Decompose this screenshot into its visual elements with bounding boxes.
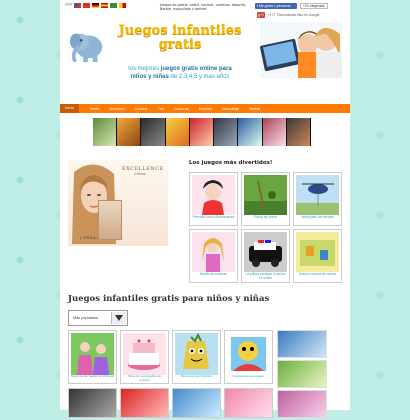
subtitle-text: los mejores [128,66,159,72]
game-card[interactable]: Bob esponja y Patricio [172,330,221,384]
nav-item-carreras[interactable]: Carreras [169,107,194,111]
game-title[interactable]: Tarta de cumpleaños de colores [123,374,166,382]
google-plus-text: +177. Recomendar esto en Google [268,13,320,17]
featured-game-thumb[interactable] [262,118,287,146]
sort-select-value: Más populares [73,316,98,320]
game-thumbnail [71,333,114,375]
game-thumbnail [123,333,166,375]
ad-logo: L'ORÉAL [80,236,98,240]
game-card[interactable]: La policía persigue al ladrón en coche [241,229,290,283]
game-title[interactable]: La policía persigue al ladrón en coche [244,272,287,281]
featured-game-thumb[interactable] [238,118,263,146]
nav-item-deporte[interactable]: Deporte [194,107,218,111]
site-tagline: Juegos de gratis: vestir, cocinar, carre… [160,3,247,11]
facebook-like-label: Me gusta 1 personas [258,4,291,8]
subtitle-text: de 2,3,4,5 y mas años [170,73,230,80]
side-thumbnails [277,330,327,420]
game-card[interactable]: Helicóptero del rescate [293,172,342,226]
side-game-thumb[interactable] [277,330,327,358]
featured-game-thumb[interactable] [93,118,118,146]
top-games-title: Los juegos más divertidos! [189,160,273,166]
top-games-grid: Peinados como Blancanieves Pesca de pesc… [189,172,342,283]
nav-item-inicio[interactable]: Inicio [60,104,79,113]
games-grid-row-2 [68,388,273,418]
game-card[interactable]: Pesca de pesca [241,172,290,226]
game-card[interactable] [224,388,273,418]
featured-game-thumb[interactable] [214,118,239,146]
side-game-thumb[interactable] [277,390,327,418]
game-thumbnail [175,333,218,375]
language-flags [65,3,126,11]
facebook-like-button[interactable]: f Me gusta 1 personas [255,3,297,9]
flag-icon[interactable] [83,3,90,8]
nav-item-cocinar[interactable]: Cocinar [130,107,153,111]
game-card[interactable]: Barbie de compras [189,229,238,283]
site-subtitle: los mejores juegos gratis online para ni… [120,66,240,81]
featured-game-thumb[interactable] [189,118,215,146]
game-card[interactable]: Tarta de cumpleaños de colores [120,330,169,384]
facebook-like-count: +24 megustas [300,3,328,9]
flag-icon[interactable] [110,3,117,8]
game-card[interactable]: Vestir de las hadas de princesa [68,330,117,384]
content-page: Juegos de gratis: vestir, cocinar, carre… [60,0,350,418]
main-nav: Inicio Vestir Aventura Cocinar Tiro Carr… [60,104,350,113]
featured-game-thumb[interactable] [117,118,142,146]
games-grid: Vestir de las hadas de princesa Tarta de… [68,330,273,384]
game-thumbnail [244,232,287,272]
game-card[interactable]: Peinados como Blancanieves [189,172,238,226]
game-title[interactable]: Peinados como Blancanieves [192,215,235,220]
facebook-icon: f [257,4,258,8]
chevron-down-icon[interactable] [111,312,126,324]
game-thumbnail [244,175,287,215]
game-card[interactable]: Gana la carrera de coches [293,229,342,283]
nav-item-tiro[interactable]: Tiro [153,107,169,111]
game-thumbnail [296,232,339,272]
game-title[interactable]: Barbie de compras [192,272,235,277]
nav-item-maquillaje[interactable]: Maquillaje [217,107,244,111]
game-card[interactable] [68,388,117,418]
side-game-thumb[interactable] [277,360,327,388]
game-title[interactable]: Colorea los personajes [227,374,270,379]
game-title[interactable]: Gana la carrera de coches [296,272,339,277]
site-title[interactable]: Juegos infantiles gratis [110,24,250,52]
game-title[interactable]: Vestir de las hadas de princesa [71,374,114,379]
flag-icon[interactable] [101,3,108,8]
google-plus-button[interactable]: g+1 [257,12,265,18]
game-card[interactable] [172,388,221,418]
subtitle-bold: juegos gratis online [160,66,218,72]
hero-image [260,22,342,78]
game-thumbnail [296,175,339,215]
section-title: Juegos infantiles gratis para niños y ni… [68,294,270,304]
flag-icon[interactable] [74,3,81,8]
game-thumbnail [227,333,270,375]
elephant-logo-icon[interactable] [68,26,106,64]
advertisement-banner[interactable]: EXCELLENCE Crème L'ORÉAL [68,160,168,246]
game-card[interactable] [120,388,169,418]
game-thumbnail [192,232,235,272]
featured-game-thumb[interactable] [141,118,166,146]
flag-icon[interactable] [65,3,72,8]
game-title[interactable]: Helicóptero del rescate [296,215,339,220]
product-box [98,200,122,240]
game-title[interactable]: Bob esponja y Patricio [175,374,218,379]
featured-game-thumb[interactable] [165,118,190,146]
sort-select[interactable]: Más populares [68,310,128,326]
featured-games-strip [93,118,311,146]
game-card[interactable]: Colorea los personajes [224,330,273,384]
nav-item-barbie[interactable]: Barbie [244,107,265,111]
nav-item-aventura[interactable]: Aventura [104,107,129,111]
ad-brand-sub: Crème [134,172,146,176]
flag-icon[interactable] [92,3,99,8]
nav-item-vestir[interactable]: Vestir [85,107,105,111]
game-title[interactable]: Pesca de pesca [244,215,287,220]
featured-game-thumb[interactable] [286,118,311,146]
game-thumbnail [192,175,235,215]
flag-icon[interactable] [119,3,126,8]
